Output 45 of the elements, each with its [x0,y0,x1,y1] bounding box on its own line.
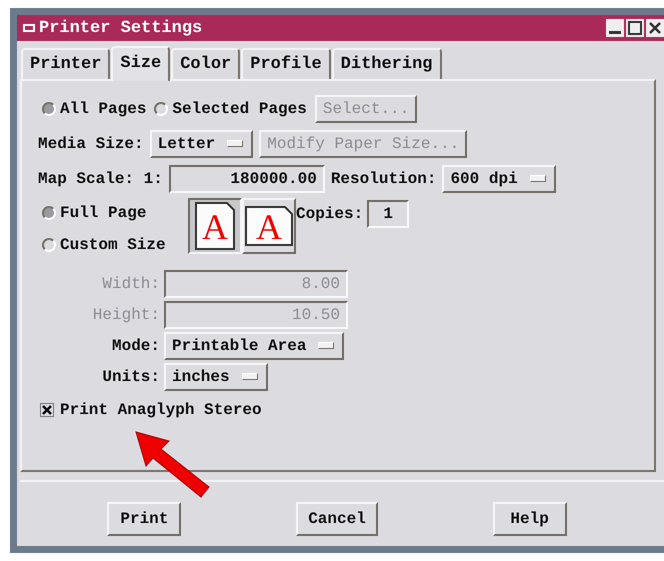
dropdown-value: Printable Area [172,336,306,354]
window-menu-icon[interactable] [23,24,35,32]
field-label: Units: [101,368,160,386]
dialog-button[interactable]: Help [492,502,567,536]
portrait-page-icon: A [195,202,235,250]
field-label: Media Size: [38,134,144,152]
landscape-page-icon: A [245,206,293,246]
dialog-button[interactable]: Print [107,502,182,536]
dropdown-value: Letter [158,134,216,152]
resolution-dropdown[interactable]: 600 dpi [442,164,556,192]
radio-button[interactable] [154,102,168,116]
window-title: Printer Settings [39,18,204,38]
radio-label: All Pages [60,100,146,118]
field-label: Height: [92,306,160,324]
radio-label: Custom Size [60,236,166,254]
tab[interactable]: Profile [241,48,331,79]
field-label: Width: [101,274,160,292]
radio-label: Full Page [60,204,146,222]
tab[interactable]: Color [171,48,240,79]
minimize-icon[interactable] [606,19,624,37]
radio-button[interactable] [42,206,56,220]
dialog-button[interactable]: Cancel [296,502,378,536]
dropdown-value: 600 dpi [450,170,518,188]
checkbox[interactable] [40,402,54,416]
dropdown-value: inches [172,368,230,386]
tab[interactable]: Size [111,46,170,81]
field-label: Mode: [110,336,160,354]
map-scale-field[interactable]: 180000.00 [168,164,325,192]
media-size-dropdown[interactable]: Letter [150,130,254,158]
radio-label: Selected Pages [172,100,307,118]
copies-field[interactable]: 1 [367,200,410,228]
radio-button[interactable] [42,238,56,252]
dropdown[interactable]: Printable Area [164,332,344,360]
dropdown[interactable]: inches [164,362,268,390]
tab[interactable]: Dithering [332,48,442,79]
maximize-icon[interactable] [626,19,644,37]
orientation-button[interactable]: A [242,198,296,254]
checkbox-label: Print Anaglyph Stereo [60,400,262,418]
close-icon[interactable] [646,19,664,37]
field-label: Resolution: [330,170,436,188]
field-label: Copies: [296,205,364,223]
radio-button[interactable] [42,102,56,116]
field-label: Map Scale: 1: [38,170,163,188]
orientation-button[interactable]: A [188,198,242,254]
tab[interactable]: Printer [21,48,110,79]
